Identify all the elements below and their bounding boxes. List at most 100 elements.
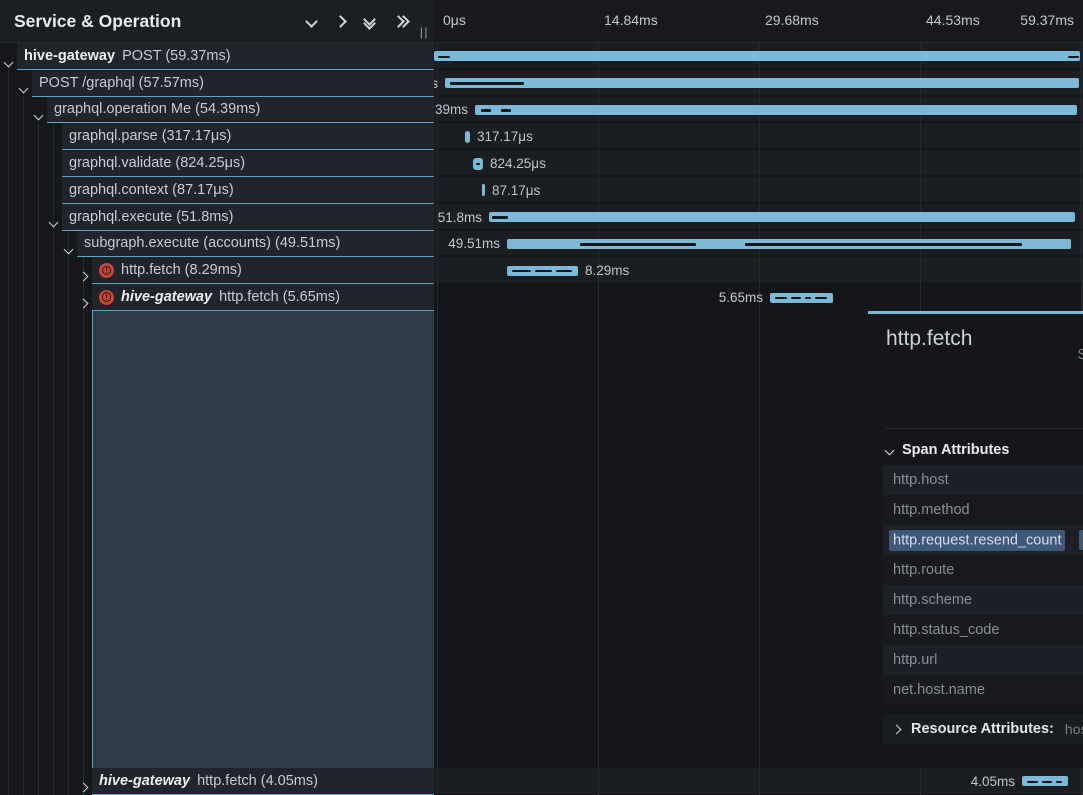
span-row[interactable]: POST /graphql (57.57ms) (0, 70, 434, 97)
detail-meta-line: Service: hive-gateway|Duration: 5.65ms (1077, 325, 1083, 347)
span-bar[interactable] (465, 131, 470, 143)
span-bar[interactable] (489, 212, 1075, 222)
span-timeline-row[interactable]: 824.25μs (434, 150, 1083, 177)
collapse-one-icon[interactable] (307, 17, 316, 26)
attribute-key: http.status_code (893, 622, 1083, 638)
span-timeline-row[interactable]: 87.17μs (434, 177, 1083, 204)
detail-title: http.fetch (886, 327, 972, 351)
ruler-tick: 59.37ms (1020, 12, 1074, 28)
span-duration-label: 57.57ms (434, 76, 438, 91)
chevron-right-icon[interactable] (80, 267, 87, 285)
span-duration-label: 54.39ms (434, 102, 468, 117)
collapse-all-icon[interactable] (365, 15, 374, 28)
span-timeline-row[interactable]: 54.39ms (434, 97, 1083, 124)
expand-one-icon[interactable] (336, 17, 345, 26)
expand-all-icon[interactable] (394, 17, 408, 26)
resource-attribute: host.arch = arm64 (1065, 721, 1083, 737)
attribute-row: http.scheme "http:" (883, 585, 1083, 615)
span-tree-column: hive-gateway POST (59.37ms) POST /graphq… (0, 0, 434, 795)
bar-dash (450, 82, 524, 84)
chevron-down-icon (885, 445, 895, 455)
span-name: graphql.validate (824.25μs) (69, 155, 245, 171)
trace-viewer: hive-gateway POST (59.37ms) POST /graphq… (0, 0, 1083, 795)
span-row[interactable]: hive-gateway POST (59.37ms) (0, 43, 434, 70)
bar-dash (805, 297, 811, 299)
bar-dash (791, 297, 801, 299)
ruler-tick: 44.53ms (926, 12, 980, 28)
bar-dash (501, 109, 511, 111)
chevron-right-icon[interactable] (80, 778, 87, 795)
tree-header: Service & Operation || (0, 0, 434, 43)
attribute-row: http.request.resend_count 1 (883, 525, 1083, 555)
span-timeline-row[interactable]: 4.05ms (434, 768, 1083, 795)
chevron-down-icon[interactable] (5, 53, 12, 71)
span-row[interactable]: graphql.parse (317.17μs) (0, 123, 434, 150)
span-timeline-row[interactable]: 51.8ms (434, 204, 1083, 231)
span-timeline-row[interactable]: 8.29ms (434, 257, 1083, 284)
span-row[interactable]: graphql.context (87.17μs) (0, 177, 434, 204)
selected-span-highlight (92, 311, 434, 768)
tree-header-icons (307, 0, 408, 42)
attribute-row: http.method "POST" (883, 495, 1083, 525)
error-icon: ! (99, 290, 114, 305)
span-name: http.fetch (4.05ms) (197, 773, 318, 789)
span-timeline-row[interactable]: 57.57ms (434, 70, 1083, 97)
chevron-down-icon[interactable] (65, 240, 72, 258)
attribute-row: http.status_code 429 (883, 615, 1083, 645)
span-duration-label: 5.65ms (719, 290, 763, 305)
span-row[interactable]: ! http.fetch (8.29ms) (0, 257, 434, 284)
attribute-key: http.method (893, 502, 1083, 518)
span-duration-label: 824.25μs (490, 156, 546, 171)
attribute-row: http.url "http://localhost:4011/" (883, 645, 1083, 675)
chevron-down-icon[interactable] (35, 106, 42, 124)
span-detail-panel: http.fetch Service: hive-gateway|Duratio… (868, 311, 1083, 768)
span-bar[interactable] (445, 78, 1079, 88)
span-row[interactable]: graphql.execute (51.8ms) (0, 204, 434, 231)
span-row[interactable]: graphql.operation Me (54.39ms) (0, 97, 434, 124)
ruler-tick: 0μs (443, 12, 466, 28)
bar-dash (580, 243, 696, 245)
chevron-right-icon[interactable] (80, 294, 87, 312)
bar-dash (476, 163, 480, 165)
detail-meta-line: Start Time: 31ms (23:35:49.225)|Child Co… (1077, 347, 1083, 369)
span-timeline-row[interactable]: 49.51ms (434, 231, 1083, 258)
column-resize-handle[interactable]: || (420, 25, 429, 39)
chevron-down-icon[interactable] (50, 213, 57, 231)
span-duration-label: 87.17μs (492, 183, 540, 198)
span-attributes-header[interactable]: Span Attributes (886, 442, 1009, 458)
attribute-key: http.request.resend_count (893, 532, 1083, 548)
span-service: hive-gateway (99, 773, 190, 789)
tree-header-title: Service & Operation (14, 0, 181, 42)
bar-dash (481, 109, 491, 111)
span-duration-label: 4.05ms (971, 774, 1015, 789)
span-row[interactable]: hive-gateway http.fetch (4.05ms) (0, 768, 434, 795)
bar-dash (492, 216, 508, 218)
span-service: hive-gateway (24, 48, 115, 64)
span-row[interactable]: !hive-gateway http.fetch (5.65ms) (0, 284, 434, 311)
span-row[interactable]: subgraph.execute (accounts) (49.51ms) (0, 231, 434, 258)
chevron-down-icon[interactable] (20, 79, 27, 97)
resource-attributes-title: Resource Attributes: (911, 721, 1054, 737)
bar-dash (745, 243, 1022, 245)
span-name: graphql.parse (317.17μs) (69, 128, 231, 144)
span-bar[interactable] (475, 105, 1077, 115)
attribute-row: http.route "/" (883, 555, 1083, 585)
span-duration-label: 49.51ms (448, 236, 500, 251)
attribute-key: http.url (893, 652, 1083, 668)
resource-attributes-items: host.arch = arm64 | host.id = BC62E13B-C… (1065, 721, 1083, 737)
span-name: graphql.operation Me (54.39ms) (54, 101, 260, 117)
bar-dash (775, 297, 787, 299)
span-bar[interactable] (434, 51, 1080, 61)
span-row[interactable]: graphql.validate (824.25μs) (0, 150, 434, 177)
ruler-tick: 29.68ms (765, 12, 819, 28)
span-timeline-row[interactable] (434, 43, 1083, 70)
span-timeline-row[interactable]: 5.65ms (434, 284, 1083, 311)
span-timeline-row[interactable]: 317.17μs (434, 123, 1083, 150)
attribute-key: net.host.name (893, 682, 1083, 698)
span-name: POST /graphql (57.57ms) (39, 75, 204, 91)
resource-attributes-row[interactable]: Resource Attributes: host.arch = arm64 |… (883, 714, 1083, 744)
bar-dash (1027, 781, 1038, 783)
span-bar[interactable] (482, 184, 485, 196)
span-name: POST (59.37ms) (122, 48, 231, 64)
bar-dash (1056, 781, 1062, 783)
